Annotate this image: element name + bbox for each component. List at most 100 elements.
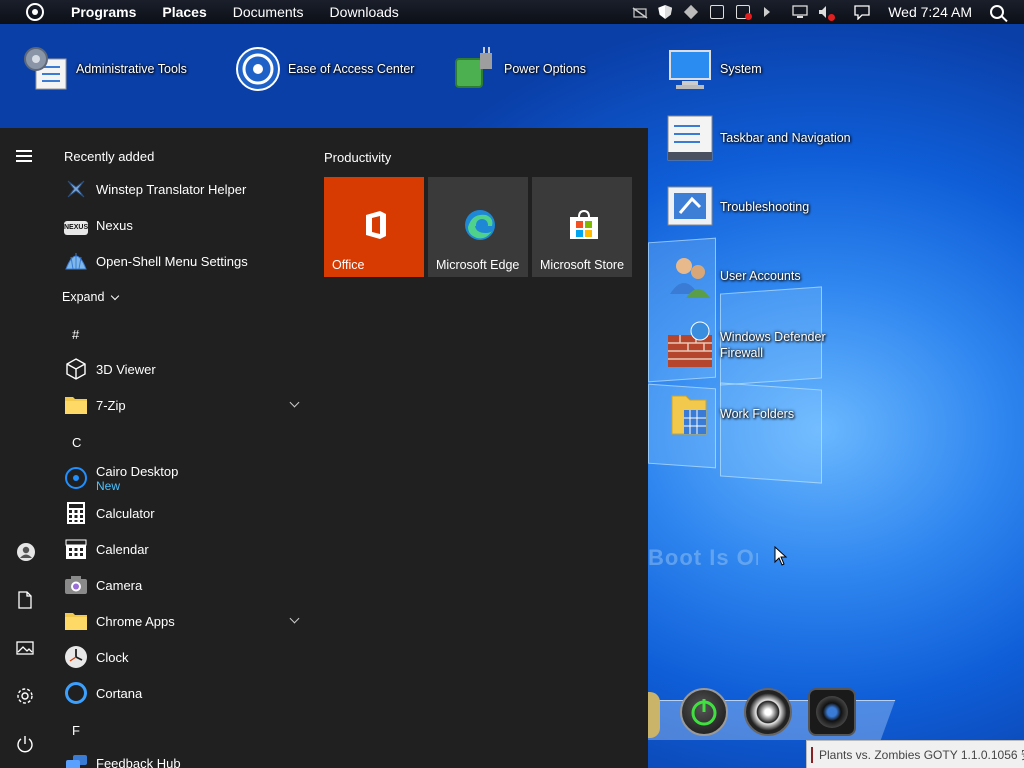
network-off-icon[interactable] xyxy=(632,5,648,19)
desktop-icon-work-folders[interactable]: Work Folders xyxy=(666,390,794,438)
app-label: Camera xyxy=(96,577,143,593)
app-label: Feedback Hub xyxy=(96,756,181,768)
top-menu-bar: Programs Places Documents Downloads Wed … xyxy=(0,0,1024,24)
desktop-icon-label: User Accounts xyxy=(720,269,801,283)
volume-muted-icon[interactable] xyxy=(818,5,836,21)
app-clock[interactable]: Clock xyxy=(64,641,304,673)
show-hidden-icons-chevron[interactable] xyxy=(764,7,771,17)
cairo-logo-icon[interactable] xyxy=(26,3,44,21)
tile-label: Microsoft Store xyxy=(540,258,625,272)
app-calculator[interactable]: Calculator xyxy=(64,497,304,529)
camera-dock-icon[interactable] xyxy=(808,688,856,736)
group-letter-c[interactable]: C xyxy=(72,435,81,450)
taskbar-button-plants-vs-zombies[interactable]: Plants vs. Zombies GOTY 1.1.0.1056 安 xyxy=(806,740,1024,768)
notes-tray-icon[interactable] xyxy=(710,5,725,19)
app-camera[interactable]: Camera xyxy=(64,569,304,601)
clock[interactable]: Wed 7:24 AM xyxy=(874,4,984,20)
group-letter-hash[interactable]: # xyxy=(72,327,79,342)
network-icon[interactable] xyxy=(792,5,808,19)
open-shell-icon xyxy=(64,249,88,273)
cortana-icon xyxy=(64,681,88,705)
feedback-hub-icon xyxy=(64,752,88,768)
calculator-icon xyxy=(64,501,88,525)
nexus-icon: NEXUS xyxy=(64,220,88,235)
app-3d-viewer[interactable]: 3D Viewer xyxy=(64,353,304,385)
app-label-group: Cairo Desktop New xyxy=(96,464,178,493)
user-avatar-icon[interactable] xyxy=(16,542,35,561)
chevron-down-icon xyxy=(111,291,120,300)
hamburger-menu-icon[interactable] xyxy=(16,150,34,168)
desktop-icon-user-accounts[interactable]: User Accounts xyxy=(666,252,801,300)
recently-added-heading: Recently added xyxy=(64,149,155,164)
start-menu: Recently added Winstep Translator Helper… xyxy=(0,128,648,768)
app-label: Calendar xyxy=(96,541,149,557)
settings-gear-icon[interactable] xyxy=(16,687,34,705)
desktop-icon-administrative-tools[interactable]: Administrative Tools xyxy=(22,45,187,93)
power-icon[interactable] xyxy=(16,735,34,753)
app-label: Chrome Apps xyxy=(96,613,175,629)
webcam-dock-icon[interactable] xyxy=(744,688,792,736)
desktop-icon-troubleshooting[interactable]: Troubleshooting xyxy=(666,183,809,231)
desktop-icon-taskbar-navigation[interactable]: Taskbar and Navigation xyxy=(666,114,851,162)
app-tray-icon[interactable] xyxy=(684,4,699,20)
desktop-icon-label: Windows Defender Firewall xyxy=(720,330,826,360)
tile-office[interactable]: Office xyxy=(324,177,424,277)
office-icon xyxy=(360,209,392,241)
desktop-icon-ease-of-access[interactable]: Ease of Access Center xyxy=(234,45,414,93)
tile-microsoft-store[interactable]: Microsoft Store xyxy=(532,177,632,277)
desktop-icon-label: Troubleshooting xyxy=(720,200,810,214)
sync-error-icon[interactable] xyxy=(736,5,753,20)
pictures-icon[interactable] xyxy=(16,639,34,657)
expand-button[interactable]: Expand xyxy=(62,290,120,304)
app-label: Clock xyxy=(96,649,129,665)
security-shield-icon[interactable] xyxy=(658,5,673,19)
tile-microsoft-edge[interactable]: Microsoft Edge xyxy=(428,177,528,277)
folder-chrome-apps[interactable]: Chrome Apps xyxy=(64,605,304,637)
app-label: Cortana xyxy=(96,685,143,701)
expand-label: Expand xyxy=(62,290,105,304)
admin-tools-icon xyxy=(22,45,70,93)
desktop-icon-label: Work Folders xyxy=(720,407,795,421)
chevron-down-icon[interactable] xyxy=(289,613,300,624)
desktop-icon-system[interactable]: System xyxy=(666,45,762,93)
dock-app-icon[interactable] xyxy=(646,692,660,738)
store-icon xyxy=(568,209,600,241)
action-center-icon[interactable] xyxy=(854,5,870,21)
app-label: Cairo Desktop xyxy=(96,463,179,479)
app-winstep-translator-helper[interactable]: Winstep Translator Helper xyxy=(64,173,304,205)
troubleshooting-icon xyxy=(666,183,714,231)
folder-7-zip[interactable]: 7-Zip xyxy=(64,389,304,421)
tiles-group-heading: Productivity xyxy=(324,150,392,165)
desktop-icon-windows-defender-firewall[interactable]: Windows Defender Firewall xyxy=(666,321,830,369)
app-open-shell-menu-settings[interactable]: Open-Shell Menu Settings xyxy=(64,245,304,277)
menu-documents[interactable]: Documents xyxy=(220,4,317,20)
desktop-icon-label: Taskbar and Navigation xyxy=(720,131,851,145)
cairo-desktop-icon xyxy=(64,466,88,490)
new-badge: New xyxy=(96,478,121,493)
pvz-app-icon xyxy=(811,746,813,763)
desktop-icon-power-options[interactable]: Power Options xyxy=(450,45,586,93)
app-label: Nexus xyxy=(96,217,133,233)
folder-icon xyxy=(64,393,88,417)
documents-icon[interactable] xyxy=(16,591,34,609)
power-dock-icon[interactable] xyxy=(680,688,728,736)
folder-icon xyxy=(64,609,88,633)
app-label: Calculator xyxy=(96,505,155,521)
app-cairo-desktop[interactable]: Cairo Desktop New xyxy=(64,458,304,498)
search-icon[interactable] xyxy=(990,5,1004,19)
menu-downloads[interactable]: Downloads xyxy=(317,4,412,20)
chevron-down-icon[interactable] xyxy=(289,397,300,408)
taskbar-icon xyxy=(666,114,714,162)
app-nexus[interactable]: NEXUS Nexus xyxy=(64,209,304,241)
app-feedback-hub[interactable]: Feedback Hub xyxy=(64,748,304,768)
app-cortana[interactable]: Cortana xyxy=(64,677,304,709)
app-label: Open-Shell Menu Settings xyxy=(96,253,248,269)
app-label: Winstep Translator Helper xyxy=(96,181,247,197)
menu-programs[interactable]: Programs xyxy=(58,4,149,20)
camera-icon xyxy=(64,573,88,597)
3d-viewer-icon xyxy=(64,357,88,381)
menu-places[interactable]: Places xyxy=(149,4,219,20)
group-letter-f[interactable]: F xyxy=(72,723,80,738)
power-options-icon xyxy=(450,45,498,93)
app-calendar[interactable]: Calendar xyxy=(64,533,304,565)
